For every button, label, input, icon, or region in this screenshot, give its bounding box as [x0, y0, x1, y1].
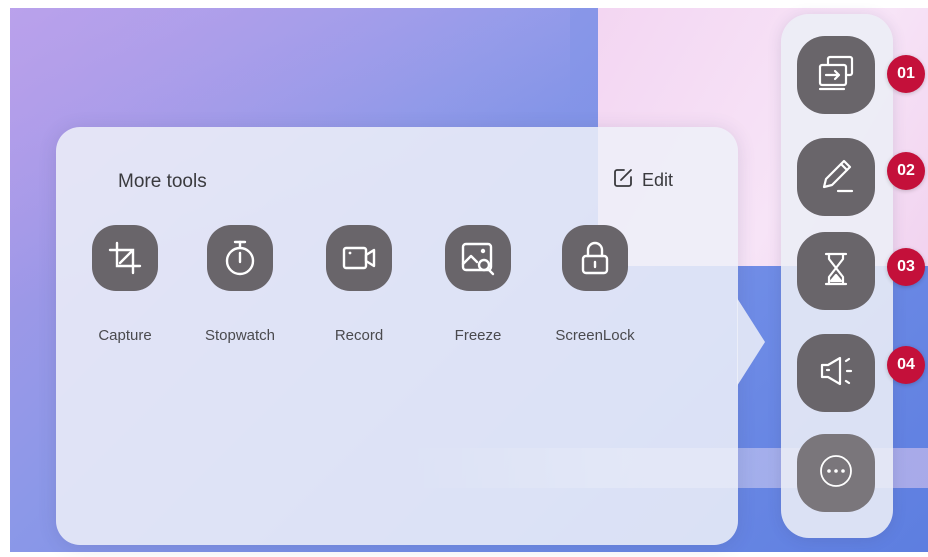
tool-screenlock[interactable]: ScreenLock: [545, 225, 645, 344]
tool-record[interactable]: Record: [309, 225, 409, 344]
dock-item-screen-share[interactable]: [797, 36, 875, 114]
edit-label: Edit: [642, 169, 674, 190]
screen-share-icon: [814, 51, 858, 100]
callout-badge: 03: [887, 248, 925, 286]
video-camera-icon: [326, 225, 392, 291]
tool-freeze[interactable]: Freeze: [428, 225, 528, 344]
crop-icon: [92, 225, 158, 291]
tool-label: Capture: [98, 327, 152, 344]
tool-label: Freeze: [454, 327, 502, 344]
callout-badge: 04: [887, 346, 925, 384]
edit-icon: [612, 167, 634, 194]
side-dock: [781, 14, 893, 538]
tool-label: Stopwatch: [204, 327, 276, 344]
dock-item-pen[interactable]: [797, 138, 875, 216]
callout-badge: 02: [887, 152, 925, 190]
dock-item-timer[interactable]: [797, 232, 875, 310]
announcement-icon: [814, 349, 858, 398]
image-search-icon: [445, 225, 511, 291]
more-icon: [814, 449, 858, 498]
callout-badge: 01: [887, 55, 925, 93]
hourglass-icon: [814, 247, 858, 296]
more-tools-panel: More tools Edit Capture Stopwatch Record…: [56, 127, 738, 545]
lock-icon: [562, 225, 628, 291]
panel-pointer: [737, 298, 765, 386]
tool-stopwatch[interactable]: Stopwatch: [190, 225, 290, 344]
panel-title: More tools: [118, 171, 207, 192]
edit-button[interactable]: Edit: [612, 165, 673, 195]
tool-label: Record: [334, 327, 384, 344]
dock-item-more[interactable]: [797, 434, 875, 512]
tool-label: ScreenLock: [555, 327, 635, 344]
stopwatch-icon: [207, 225, 273, 291]
pencil-icon: [814, 153, 858, 202]
tool-capture[interactable]: Capture: [75, 225, 175, 344]
dock-item-announce[interactable]: [797, 334, 875, 412]
